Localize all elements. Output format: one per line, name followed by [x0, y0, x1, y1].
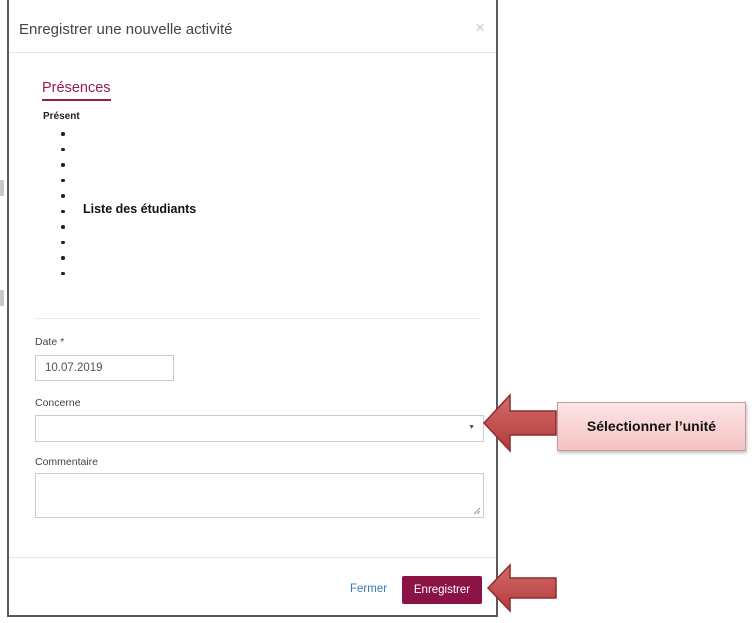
footer-divider: [9, 557, 496, 558]
date-label: Date *: [35, 336, 64, 348]
save-button[interactable]: Enregistrer: [402, 576, 482, 604]
concerne-label: Concerne: [35, 397, 81, 409]
tab-presences[interactable]: Présences: [42, 80, 111, 101]
annotation-callout: Sélectionner l’unité: [557, 402, 746, 451]
backdrop-fragment: [0, 290, 4, 306]
present-label: Présent: [43, 111, 80, 122]
caret-down-icon: ▼: [468, 424, 475, 431]
date-input[interactable]: 10.07.2019: [35, 355, 174, 381]
modal-header: Enregistrer une nouvelle activité ×: [9, 0, 496, 53]
activity-modal: Enregistrer une nouvelle activité × Prés…: [7, 0, 498, 617]
modal-title: Enregistrer une nouvelle activité: [19, 21, 233, 38]
section-divider: [35, 318, 480, 319]
commentaire-label: Commentaire: [35, 456, 99, 468]
resize-grip-icon[interactable]: [473, 507, 481, 515]
students-list-note: Liste des étudiants: [83, 202, 197, 216]
required-mark: *: [60, 336, 65, 348]
page-backdrop: [0, 0, 7, 623]
backdrop-fragment: [0, 180, 4, 196]
close-button[interactable]: Fermer: [350, 583, 387, 595]
concerne-select[interactable]: ▼: [35, 415, 484, 442]
arrow-left-icon: [482, 393, 557, 453]
date-label-text: Date: [35, 336, 58, 348]
close-icon[interactable]: ×: [475, 18, 485, 38]
commentaire-textarea[interactable]: [35, 473, 484, 518]
arrow-left-icon: [486, 563, 557, 613]
